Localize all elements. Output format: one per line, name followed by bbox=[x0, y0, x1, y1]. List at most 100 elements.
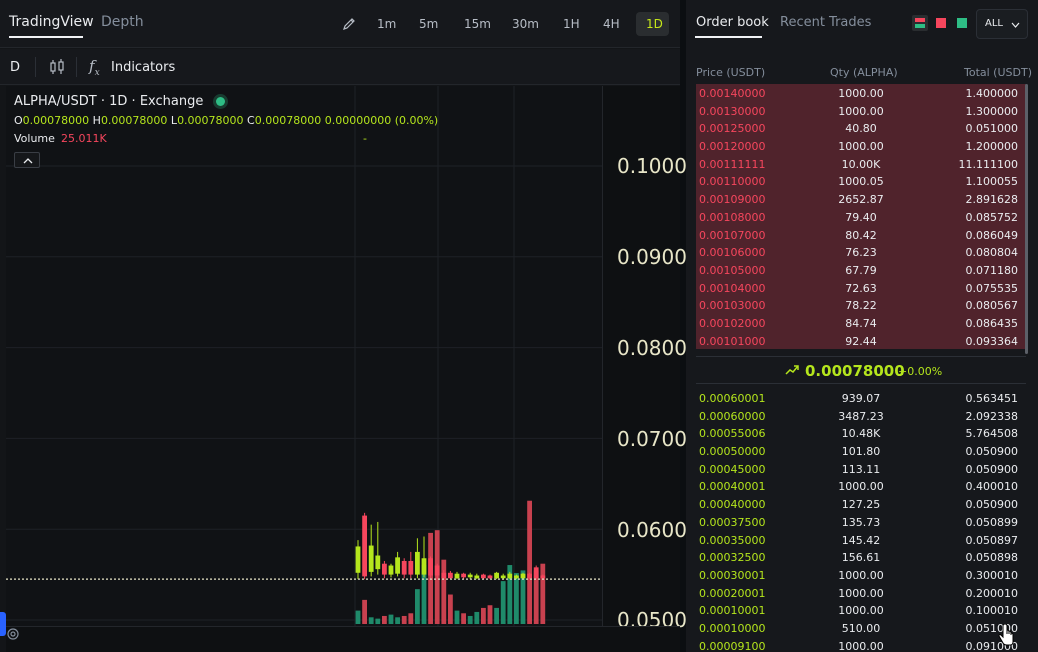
ask-row[interactable]: 0.00125000 40.80 0.051000 bbox=[696, 119, 1026, 138]
bid-row[interactable]: 0.00045000 113.11 0.050900 bbox=[696, 460, 1026, 478]
ask-row[interactable]: 0.00130000 1000.00 1.300000 bbox=[696, 101, 1026, 120]
volume-bar bbox=[441, 559, 447, 624]
order-price: 0.00125000 bbox=[699, 122, 766, 136]
volume-bar bbox=[487, 605, 493, 624]
order-qty: 127.25 bbox=[841, 498, 881, 512]
ask-row[interactable]: 0.00103000 78.22 0.080567 bbox=[696, 296, 1026, 314]
order-qty: 145.42 bbox=[841, 533, 881, 547]
order-total: 0.050900 bbox=[965, 462, 1019, 476]
gear-icon[interactable] bbox=[6, 627, 20, 641]
chevron-up-icon bbox=[23, 158, 33, 164]
asks-list: 0.00140000 1000.00 1.400000 0.00130000 1000.… bbox=[696, 84, 1026, 350]
indicators-button[interactable]: Indicators bbox=[111, 60, 175, 75]
volume-bar bbox=[415, 589, 420, 624]
timeframe-15m[interactable]: 15m bbox=[464, 17, 491, 31]
bid-row[interactable]: 0.00010001 1000.00 0.100010 bbox=[696, 601, 1026, 619]
bid-row[interactable]: 0.00060000 3487.23 2.092338 bbox=[696, 407, 1026, 425]
ask-row[interactable]: 0.00111111 10.00K 11.111100 bbox=[696, 154, 1026, 173]
scrollbar[interactable] bbox=[1025, 84, 1028, 354]
bid-row[interactable]: 0.00030001 1000.00 0.300010 bbox=[696, 566, 1026, 584]
order-total: 0.100010 bbox=[965, 604, 1019, 618]
order-price: 0.00010001 bbox=[699, 604, 766, 618]
tab-depth[interactable]: Depth bbox=[101, 14, 144, 30]
order-price: 0.00009100 bbox=[699, 639, 766, 652]
volume-bar bbox=[355, 610, 361, 624]
price-chart[interactable]: ALPHA/USDT · 1D · Exchange O0.00078000 H… bbox=[6, 86, 687, 652]
timeframe-1m[interactable]: 1m bbox=[377, 17, 396, 31]
time-axis[interactable] bbox=[6, 626, 680, 652]
timeframe-1h[interactable]: 1H bbox=[563, 17, 580, 31]
both-sides-icon[interactable] bbox=[912, 15, 928, 31]
candle-body bbox=[461, 573, 466, 578]
bid-row[interactable]: 0.00050000 101.80 0.050900 bbox=[696, 442, 1026, 460]
ask-row[interactable]: 0.00101000 92.44 0.093364 bbox=[696, 331, 1026, 350]
order-qty: 80.42 bbox=[845, 228, 877, 242]
asks-only-icon[interactable] bbox=[933, 15, 949, 31]
bid-row[interactable]: 0.00055006 10.48K 5.764508 bbox=[696, 424, 1026, 442]
price-tick: 0.0800 bbox=[617, 336, 687, 360]
header-qty: Qty (ALPHA) bbox=[830, 66, 898, 79]
ask-row[interactable]: 0.00102000 84.74 0.086435 bbox=[696, 313, 1026, 332]
order-price: 0.00108000 bbox=[699, 210, 766, 224]
candle-body bbox=[408, 560, 414, 575]
candle-body bbox=[481, 574, 486, 579]
orderbook-tabs: Order book Recent Trades ALL bbox=[686, 0, 1038, 48]
tab-tradingview[interactable]: TradingView bbox=[9, 14, 94, 30]
tab-order-book[interactable]: Order book bbox=[696, 15, 769, 30]
tab-recent-trades[interactable]: Recent Trades bbox=[780, 15, 871, 30]
order-total: 0.563451 bbox=[965, 392, 1019, 405]
volume-bar bbox=[401, 615, 407, 624]
bid-row[interactable]: 0.00020001 1000.00 0.200010 bbox=[696, 584, 1026, 602]
volume-bar bbox=[461, 613, 466, 624]
candle-body bbox=[527, 573, 532, 579]
bid-row[interactable]: 0.00040000 127.25 0.050900 bbox=[696, 495, 1026, 513]
bid-row[interactable]: 0.00040001 1000.00 0.400010 bbox=[696, 477, 1026, 495]
order-price: 0.00045000 bbox=[699, 462, 766, 476]
pencil-icon[interactable] bbox=[341, 16, 357, 32]
ask-row[interactable]: 0.00104000 72.63 0.075535 bbox=[696, 278, 1026, 297]
drag-handle[interactable] bbox=[0, 612, 6, 636]
order-total: 0.085752 bbox=[965, 210, 1019, 224]
ask-row[interactable]: 0.00107000 80.42 0.086049 bbox=[696, 225, 1026, 244]
ask-row[interactable]: 0.00110000 1000.05 1.100055 bbox=[696, 172, 1026, 191]
ask-row[interactable]: 0.00120000 1000.00 1.200000 bbox=[696, 137, 1026, 155]
order-total: 0.075535 bbox=[965, 281, 1019, 295]
volume-label: Volume bbox=[14, 132, 55, 145]
ask-row[interactable]: 0.00108000 79.40 0.085752 bbox=[696, 207, 1026, 226]
bid-row[interactable]: 0.00010000 510.00 0.051000 bbox=[696, 619, 1026, 637]
chart-canvas bbox=[6, 86, 602, 626]
price-axis[interactable]: 0.1000 0.0900 0.0800 0.0700 0.0600 0.050… bbox=[602, 86, 687, 632]
bids-only-icon[interactable] bbox=[954, 15, 970, 31]
volume-indicator-dash: - bbox=[363, 132, 367, 145]
candle-body bbox=[448, 572, 453, 579]
function-icon[interactable]: fx bbox=[89, 57, 100, 78]
bid-row[interactable]: 0.00032500 156.61 0.050898 bbox=[696, 548, 1026, 566]
close-key: C bbox=[247, 114, 255, 127]
order-price: 0.00102000 bbox=[699, 316, 766, 330]
timeframe-30m[interactable]: 30m bbox=[512, 17, 539, 31]
depth-filter-select[interactable]: ALL bbox=[976, 9, 1028, 39]
ask-row[interactable]: 0.00109000 2652.87 2.891628 bbox=[696, 190, 1026, 208]
chart-panel: TradingView Depth 1m 5m 15m 30m 1H 4H 1D… bbox=[0, 0, 687, 652]
order-qty: 113.11 bbox=[841, 462, 881, 476]
order-price: 0.00010000 bbox=[699, 621, 766, 635]
order-price: 0.00032500 bbox=[699, 551, 766, 565]
bid-row[interactable]: 0.00037500 135.73 0.050899 bbox=[696, 513, 1026, 531]
interval-button[interactable]: D bbox=[10, 60, 20, 75]
ask-row[interactable]: 0.00106000 76.23 0.080804 bbox=[696, 243, 1026, 261]
bid-row[interactable]: 0.00060001 939.07 0.563451 bbox=[696, 389, 1026, 407]
timeframe-1d[interactable]: 1D bbox=[646, 17, 663, 31]
candlestick-icon[interactable] bbox=[49, 58, 65, 76]
order-qty: 40.80 bbox=[845, 122, 877, 136]
timeframe-4h[interactable]: 4H bbox=[603, 17, 620, 31]
timeframe-5m[interactable]: 5m bbox=[419, 17, 438, 31]
order-qty: 1000.00 bbox=[838, 568, 884, 582]
order-price: 0.00035000 bbox=[699, 533, 766, 547]
ask-row[interactable]: 0.00140000 1000.00 1.400000 bbox=[696, 84, 1026, 102]
bid-row[interactable]: 0.00009100 1000.00 0.091000 bbox=[696, 637, 1026, 652]
collapse-legend-button[interactable] bbox=[14, 152, 40, 168]
order-qty: 92.44 bbox=[845, 334, 877, 348]
ask-row[interactable]: 0.00105000 67.79 0.071180 bbox=[696, 260, 1026, 279]
candle-body bbox=[388, 565, 394, 575]
bid-row[interactable]: 0.00035000 145.42 0.050897 bbox=[696, 531, 1026, 549]
